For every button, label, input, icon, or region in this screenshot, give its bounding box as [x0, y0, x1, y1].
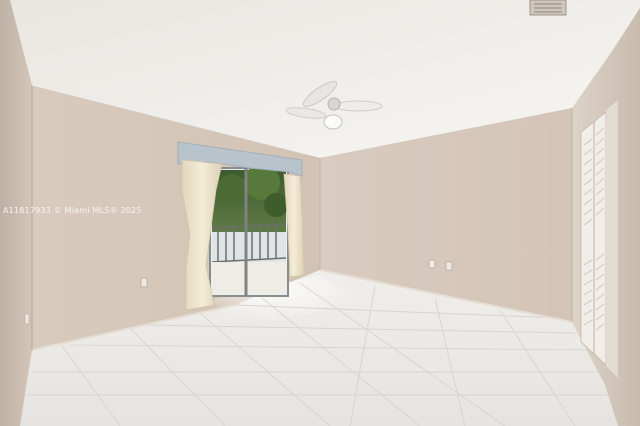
- outlet-left: [140, 277, 148, 288]
- outlet-left-low: [24, 313, 30, 325]
- mls-watermark: A11817933 © Miami MLS® 2025: [3, 206, 142, 215]
- sliding-glass-door: [209, 164, 289, 297]
- outlet-back-1: [428, 259, 436, 269]
- ceiling-vent: [529, 0, 567, 16]
- closet-louvered-doors: [580, 100, 618, 378]
- outlet-back-2: [445, 261, 453, 271]
- room-photo: A11817933 © Miami MLS® 2025: [0, 0, 640, 426]
